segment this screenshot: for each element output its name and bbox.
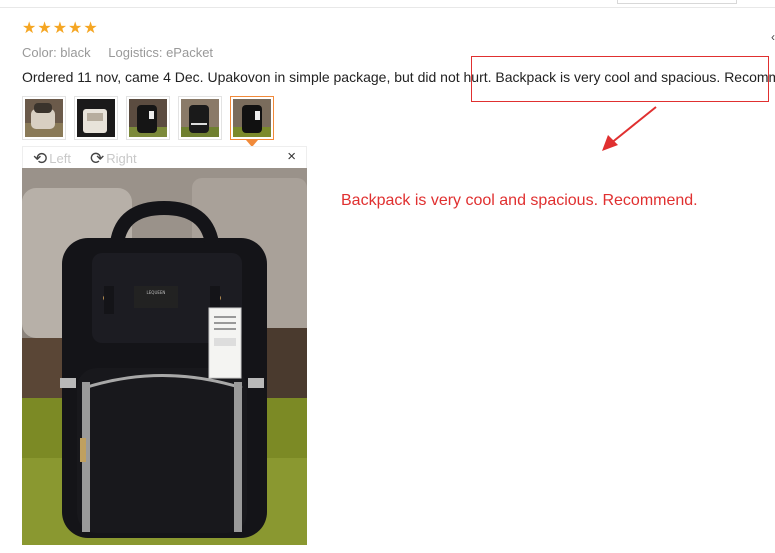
highlight-box [471,56,769,102]
thumbnail-3-image [129,99,167,137]
rotate-left-label: Left [49,150,71,166]
rotate-left-button[interactable]: ⟲ Left [33,147,71,169]
rotate-right-button[interactable]: ⟳ Right [90,147,137,169]
thumbnail-1-image [25,99,63,137]
thumbnail-4[interactable] [178,96,222,140]
review-meta: Color: black Logistics: ePacket [22,45,227,60]
annotation-arrow-icon [602,106,657,151]
thumbnail-strip [22,96,274,147]
star-icon: ★ [68,20,83,37]
color-label: Color: black [22,45,91,60]
top-divider [0,7,775,8]
thumbnail-5-image [233,99,271,137]
star-icon: ★ [37,20,52,37]
edge-glyph: ‹ [771,30,775,44]
logistics-label: Logistics: ePacket [108,45,214,60]
top-panel-edge [617,0,737,4]
thumbnail-5[interactable] [230,96,274,147]
thumbnail-4-image [181,99,219,137]
star-icon: ★ [52,20,68,37]
thumbnail-2[interactable] [74,96,118,140]
rotate-left-icon: ⟲ [33,148,48,168]
annotation-note: Backpack is very cool and spacious. Reco… [341,192,698,209]
image-viewer-toolbar: ⟲ Left ⟳ Right × [22,146,307,168]
star-icon: ★ [83,20,98,37]
review-photo: LEQUEEN [22,168,307,545]
thumbnail-1[interactable] [22,96,66,140]
svg-text:LEQUEEN: LEQUEEN [147,290,166,295]
star-icon: ★ [22,20,37,37]
rating-stars: ★ ★ ★ ★ ★ [22,20,98,38]
thumbnail-3[interactable] [126,96,170,140]
close-icon[interactable]: × [287,148,296,165]
thumbnail-2-image [77,99,115,137]
rotate-right-label: Right [106,150,137,166]
rotate-right-icon: ⟳ [90,148,105,168]
